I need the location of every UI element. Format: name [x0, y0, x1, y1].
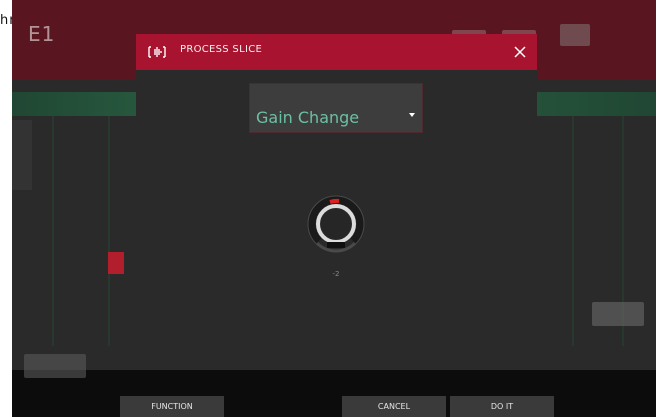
process-type-value: Gain Change [256, 108, 360, 127]
background-control [592, 302, 644, 326]
background-grid-line [52, 116, 54, 346]
background-side-panel [12, 120, 32, 190]
dialog-header: PROCESS SLICE [136, 34, 537, 70]
do-it-button[interactable]: DO IT [450, 396, 554, 417]
close-icon[interactable] [509, 41, 531, 63]
background-slice-marker [108, 252, 124, 274]
waveform-process-icon [148, 46, 166, 58]
process-slice-dialog: PROCESS SLICE Gain Change -2 [136, 34, 537, 365]
background-control [24, 354, 86, 378]
background-title: E1 [28, 22, 56, 46]
caret-down-icon [409, 113, 415, 117]
knob-value: -2 [332, 270, 340, 278]
process-type-dropdown[interactable]: Gain Change [249, 83, 423, 133]
dialog-title: PROCESS SLICE [180, 44, 263, 55]
cancel-button[interactable]: CANCEL [342, 396, 446, 417]
device-screen: E1 PROCESS SLICE Gain Change -2 FUNCTION… [12, 0, 656, 417]
gain-knob[interactable] [306, 194, 366, 254]
background-grid-line [108, 116, 110, 346]
background-control [560, 24, 590, 46]
function-button[interactable]: FUNCTION [120, 396, 224, 417]
screenshot: hr 11 E1 PROCESS SLICE [0, 0, 670, 417]
background-grid-line [572, 116, 574, 346]
